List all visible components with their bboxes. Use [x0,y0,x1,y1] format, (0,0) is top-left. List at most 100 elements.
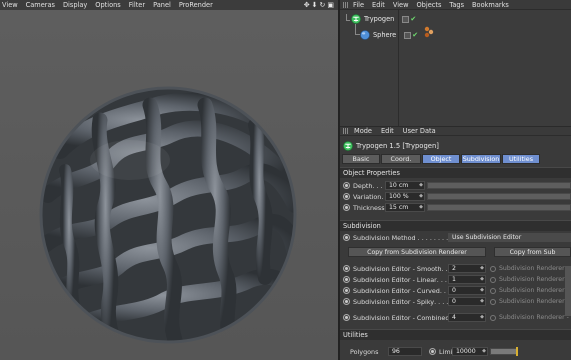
animate-radio[interactable] [343,234,350,241]
tab-coord[interactable]: Coord. [381,154,421,164]
param-polygons: Polygons [350,347,379,356]
visibility-checkbox[interactable] [404,31,412,39]
object-manager: File Edit View Objects Tags Bookmarks Tr… [340,0,571,126]
animate-radio[interactable] [343,314,350,321]
editor-linear-input[interactable]: 1 ◆ [448,275,486,284]
renderer-combined[interactable]: Subdivision Renderer - [490,312,569,323]
editor-smooth-input[interactable]: 2 ◆ [448,264,486,273]
param-label: Subdivision Method . . . . . . . . . [353,233,453,242]
menu-edit-am[interactable]: Edit [381,127,394,135]
object-row-sphere[interactable]: Sphere ✔ [360,28,418,42]
editor-combined-input[interactable]: 4 ◆ [448,313,486,322]
menu-user-data[interactable]: User Data [403,127,436,135]
arrow-down-icon[interactable]: ⬇ [312,1,318,9]
editor-curved-input[interactable]: 0 ◆ [448,286,486,295]
object-manager-menubar: File Edit View Objects Tags Bookmarks [340,0,571,10]
animate-radio[interactable] [343,204,350,211]
param-depth: Depth . . . [340,180,383,191]
section-subdivision[interactable]: Subdivision [340,220,571,231]
menu-bookmarks[interactable]: Bookmarks [472,1,509,9]
menu-edit[interactable]: Edit [372,1,385,9]
polygons-readout: 96 [388,347,422,356]
param-editor-combined: Subdivision Editor - Combined [340,312,449,323]
grip-icon[interactable] [343,128,349,134]
depth-input[interactable]: 10 cm ◆ [385,181,425,190]
animate-radio[interactable] [343,193,350,200]
scrollbar[interactable] [565,266,571,316]
enabled-check-icon[interactable]: ✔ [410,15,416,23]
trypogen-icon [343,141,353,151]
tab-bar: Basic Coord. Object Subdivision Utilitie… [342,154,541,164]
3d-scene[interactable] [0,10,338,360]
tab-object[interactable]: Object [422,154,460,164]
move-icon[interactable]: ✥ [304,1,310,9]
tree-line [346,20,350,21]
enabled-check-icon[interactable]: ✔ [412,31,418,39]
variation-slider[interactable] [427,193,571,200]
grip-icon[interactable] [343,1,349,8]
slider-knob[interactable] [516,347,518,356]
refresh-icon[interactable]: ↻ [320,1,326,9]
param-label: Depth [353,181,373,190]
subdivision-method-dropdown[interactable]: Use Subdivision Editor [448,233,571,242]
menu-filter[interactable]: Filter [129,1,145,9]
param-editor-curved: Subdivision Editor - Curved . . . [340,285,450,296]
column-divider [398,10,399,126]
menu-prorender[interactable]: ProRender [179,1,213,9]
editor-spiky-input[interactable]: 0 ◆ [448,297,486,306]
section-utilities[interactable]: Utilities [340,329,571,340]
material-tag-icon[interactable] [424,26,434,38]
maximize-icon[interactable]: ▣ [327,1,334,9]
menu-options[interactable]: Options [95,1,120,9]
param-label: Variation [353,192,382,201]
menu-view[interactable]: View [2,1,18,9]
animate-radio[interactable] [343,265,350,272]
copy-from-sub-button[interactable]: Copy from Sub [494,247,571,257]
renderer-linear[interactable]: Subdivision Renderer - [490,274,569,285]
section-object-properties[interactable]: Object Properties [340,167,571,178]
thickness-input[interactable]: 15 cm ◆ [385,203,425,212]
menu-objects[interactable]: Objects [416,1,441,9]
copy-from-renderer-button[interactable]: Copy from Subdivision Renderer [348,247,486,257]
variation-input[interactable]: 100 % ◆ [385,192,425,201]
menu-panel[interactable]: Panel [153,1,171,9]
menu-cameras[interactable]: Cameras [26,1,55,9]
menu-mode[interactable]: Mode [354,127,372,135]
param-thickness: Thickness . [340,202,387,213]
limit-slider[interactable] [490,348,518,355]
trypogen-icon [351,14,361,24]
object-row-trypogen[interactable]: Trypogen 1.5 [Trypogen] Trypogen ✔ [351,12,416,26]
object-header: Trypogen 1.5 [Trypogen] [343,141,439,151]
object-title: Trypogen 1.5 [Trypogen] [356,142,439,150]
renderer-curved[interactable]: Subdivision Renderer - [490,285,569,296]
menu-display[interactable]: Display [63,1,87,9]
tab-subdivision[interactable]: Subdivision [461,154,501,164]
renderer-spiky[interactable]: Subdivision Renderer - [490,296,569,307]
depth-slider[interactable] [427,182,571,189]
animate-radio[interactable] [343,182,350,189]
animate-radio[interactable] [429,348,436,355]
param-editor-smooth: Subdivision Editor - Smooth . . . [340,263,452,274]
thickness-slider[interactable] [427,204,571,211]
renderer-smooth[interactable]: Subdivision Renderer - [490,263,569,274]
object-name-sphere: Sphere [373,31,397,39]
viewport[interactable]: View Cameras Display Options Filter Pane… [0,0,338,360]
param-label: Thickness [353,203,385,212]
menu-view-om[interactable]: View [393,1,409,9]
animate-radio[interactable] [343,287,350,294]
param-subdivision-method: Subdivision Method . . . . . . . . . [340,232,452,243]
tab-utilities[interactable]: Utilities [502,154,540,164]
param-editor-linear: Subdivision Editor - Linear . . . . [340,274,451,285]
menu-tags[interactable]: Tags [449,1,464,9]
sphere-icon [360,30,370,40]
limit-input[interactable]: 10000 ◆ [452,347,488,356]
visibility-checkbox[interactable] [402,15,410,23]
animate-radio[interactable] [343,276,350,283]
tab-basic[interactable]: Basic [342,154,380,164]
viewport-menubar: View Cameras Display Options Filter Pane… [0,0,338,10]
menu-file[interactable]: File [353,1,364,9]
animate-radio[interactable] [343,298,350,305]
trypogen-sphere-mesh[interactable] [39,86,297,345]
attribute-manager: Mode Edit User Data Trypogen 1.5 [Trypog… [340,126,571,360]
attribute-manager-menubar: Mode Edit User Data [340,126,571,136]
